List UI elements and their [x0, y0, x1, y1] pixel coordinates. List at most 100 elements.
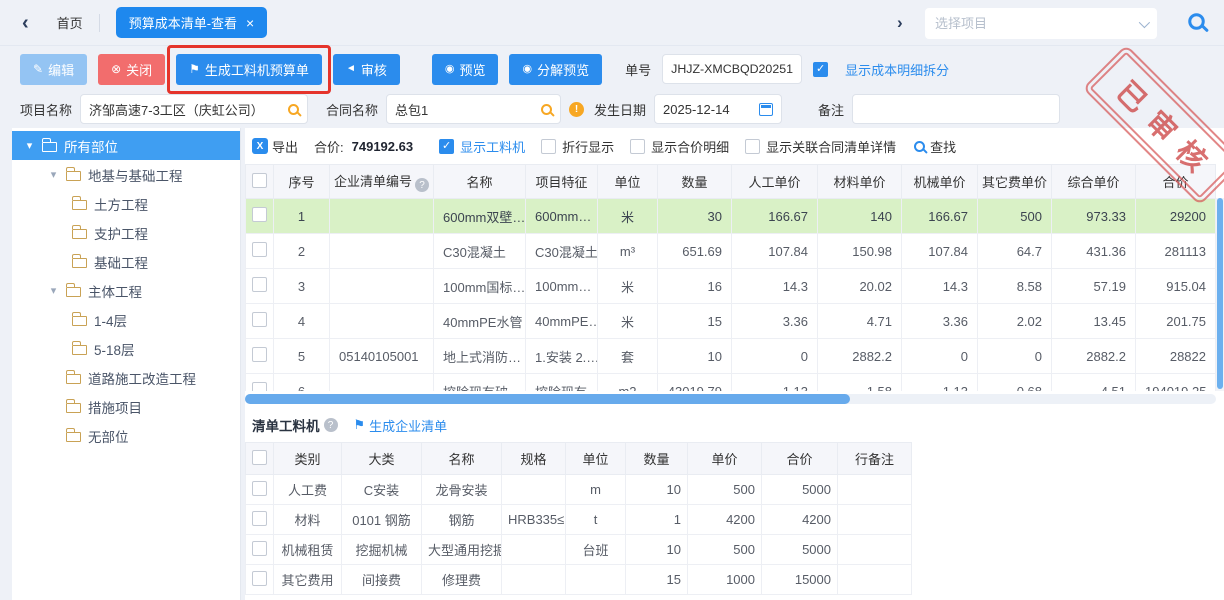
cell: 4.71 — [818, 304, 902, 339]
expand-right-icon[interactable]: › — [897, 13, 903, 33]
tab-active-budget-cost-list[interactable]: 预算成本清单-查看 × — [116, 7, 268, 38]
tab-separator — [99, 14, 100, 32]
caret-down-icon[interactable]: ▾ — [48, 168, 59, 181]
tree-item-floors-1-4[interactable]: 1-4层 — [12, 305, 240, 334]
preview-button[interactable]: ◉ 预览 — [432, 54, 499, 85]
edit-button[interactable]: ✎ 编辑 — [20, 54, 87, 85]
checkbox-unchecked[interactable] — [745, 139, 760, 154]
export-button[interactable]: 导出 — [272, 137, 298, 156]
col-header: 单价 — [688, 443, 762, 475]
vertical-scrollbar[interactable] — [1216, 198, 1224, 391]
tree-item-base-works[interactable]: 基础工程 — [12, 247, 240, 276]
review-button[interactable]: ◄ 审核 — [333, 54, 400, 85]
option-show-total-detail[interactable]: 显示合价明细 — [630, 137, 729, 156]
tree-item-no-part[interactable]: 无部位 — [12, 421, 240, 450]
project-select[interactable] — [925, 8, 1157, 39]
cell: C30混凝土 — [434, 234, 526, 269]
tab-label: 预算成本清单-查看 — [129, 13, 237, 32]
cell: 5000 — [762, 475, 838, 505]
table-row[interactable]: 4 40mmPE水管 40mmPE… 米 15 3.36 4.71 3.36 2… — [246, 304, 1216, 339]
doc-no-input[interactable] — [671, 62, 793, 76]
option-label: 显示关联合同清单详情 — [766, 137, 896, 156]
tree-item-earthworks[interactable]: 土方工程 — [12, 189, 240, 218]
row-checkbox[interactable] — [252, 541, 267, 556]
table-row[interactable]: 5 05140105001 地上式消防… 1.安装 2.… 套 10 0 288… — [246, 339, 1216, 374]
table-row[interactable]: 2 C30混凝土 C30混凝土 m³ 651.69 107.84 150.98 … — [246, 234, 1216, 269]
checkbox-checked[interactable]: ✓ — [439, 139, 454, 154]
doc-no-field[interactable] — [662, 54, 802, 84]
tree-item-all-parts[interactable]: ▾ 所有部位 — [12, 131, 240, 160]
date-field[interactable] — [654, 94, 782, 124]
tab-home[interactable]: 首页 — [57, 13, 83, 32]
col-header: 序号 — [274, 165, 330, 199]
table-row[interactable]: 机械租赁 挖掘机械 大型通用挖掘机 台班 10 500 5000 — [246, 535, 912, 565]
col-header: 项目特征 — [526, 165, 598, 199]
project-name-field[interactable] — [80, 94, 308, 124]
tree-item-road-renovation[interactable]: 道路施工改造工程 — [12, 363, 240, 392]
remark-field[interactable] — [852, 94, 1060, 124]
caret-down-icon[interactable]: ▾ — [24, 139, 35, 152]
row-checkbox[interactable] — [252, 277, 267, 292]
close-button[interactable]: ⊗ 关闭 — [98, 54, 165, 85]
find-button[interactable]: 查找 — [914, 137, 956, 156]
generate-enterprise-list-button[interactable]: ⚑ 生成企业清单 — [354, 416, 448, 435]
contract-name-label: 合同名称 — [326, 100, 378, 119]
cell: 64.7 — [978, 234, 1052, 269]
close-circle-icon: ⊗ — [111, 63, 121, 75]
vertical-scrollbar-thumb[interactable] — [1217, 198, 1223, 389]
col-header: 单位 — [566, 443, 626, 475]
tree-item-measure-items[interactable]: 措施项目 — [12, 392, 240, 421]
labor-material-grid: 类别 大类 名称 规格 单位 数量 单价 合价 行备注 人工费 C安装 龙骨安装… — [245, 442, 912, 595]
split-preview-button[interactable]: ◉ 分解预览 — [509, 54, 602, 85]
tree-item-support-works[interactable]: 支护工程 — [12, 218, 240, 247]
row-checkbox[interactable] — [252, 242, 267, 257]
cell: 10 — [658, 339, 732, 374]
table-row[interactable]: 材料 0101 钢筋 钢筋 HRB335≤ t 1 4200 4200 — [246, 505, 912, 535]
select-all-checkbox[interactable] — [252, 173, 267, 188]
table-row[interactable]: 6 挖除现有破… 挖除现有… m2 43019.79 1.13 1.58 1.1… — [246, 374, 1216, 392]
table-row[interactable]: 1 600mm双壁… 600mm… 米 30 166.67 140 166.67… — [246, 199, 1216, 234]
cell: 5 — [274, 339, 330, 374]
tree-item-foundation-works[interactable]: ▾ 地基与基础工程 — [12, 160, 240, 189]
search-icon[interactable] — [288, 104, 299, 115]
project-name-input[interactable] — [89, 102, 282, 117]
project-select-input[interactable] — [935, 16, 1133, 31]
row-checkbox[interactable] — [252, 571, 267, 586]
remark-input[interactable] — [861, 102, 1051, 117]
tree-item-floors-5-18[interactable]: 5-18层 — [12, 334, 240, 363]
checkbox-unchecked[interactable] — [630, 139, 645, 154]
contract-name-input[interactable] — [395, 102, 535, 117]
generate-labor-material-budget-button[interactable]: ⚑ 生成工料机预算单 — [176, 54, 322, 85]
checkbox-unchecked[interactable] — [541, 139, 556, 154]
close-tab-icon[interactable]: × — [246, 15, 254, 31]
chevron-down-icon[interactable] — [1139, 16, 1150, 27]
search-icon[interactable] — [1188, 13, 1205, 30]
table-row[interactable]: 其它费用 间接费 修理费 15 1000 15000 — [246, 565, 912, 595]
search-icon[interactable] — [541, 104, 552, 115]
option-wrap-lines[interactable]: 折行显示 — [541, 137, 614, 156]
select-all-checkbox[interactable] — [252, 450, 267, 465]
row-checkbox[interactable] — [252, 347, 267, 362]
horizontal-scrollbar[interactable] — [245, 394, 1216, 404]
calendar-icon[interactable] — [759, 103, 773, 116]
caret-down-icon[interactable]: ▾ — [48, 284, 59, 297]
row-checkbox[interactable] — [252, 312, 267, 327]
option-show-linked-contract-detail[interactable]: 显示关联合同清单详情 — [745, 137, 896, 156]
row-checkbox[interactable] — [252, 382, 267, 391]
show-cost-split-label[interactable]: 显示成本明细拆分 — [845, 60, 949, 79]
cell: 4200 — [688, 505, 762, 535]
option-show-labor-material[interactable]: ✓ 显示工料机 — [439, 137, 525, 156]
show-cost-split-checkbox[interactable]: ✓ — [813, 62, 828, 77]
row-checkbox[interactable] — [252, 207, 267, 222]
contract-name-field[interactable] — [386, 94, 561, 124]
table-row[interactable]: 人工费 C安装 龙骨安装 m 10 500 5000 — [246, 475, 912, 505]
back-icon[interactable]: ‹ — [22, 13, 29, 33]
tree-item-main-structure[interactable]: ▾ 主体工程 — [12, 276, 240, 305]
table-row[interactable]: 3 100mm国标… 100mm… 米 16 14.3 20.02 14.3 8… — [246, 269, 1216, 304]
horizontal-scrollbar-thumb[interactable] — [245, 394, 850, 404]
date-input[interactable] — [663, 102, 753, 117]
cell: 0101 钢筋 — [342, 505, 422, 535]
row-checkbox[interactable] — [252, 511, 267, 526]
row-checkbox[interactable] — [252, 481, 267, 496]
cell: 0.68 — [978, 374, 1052, 392]
